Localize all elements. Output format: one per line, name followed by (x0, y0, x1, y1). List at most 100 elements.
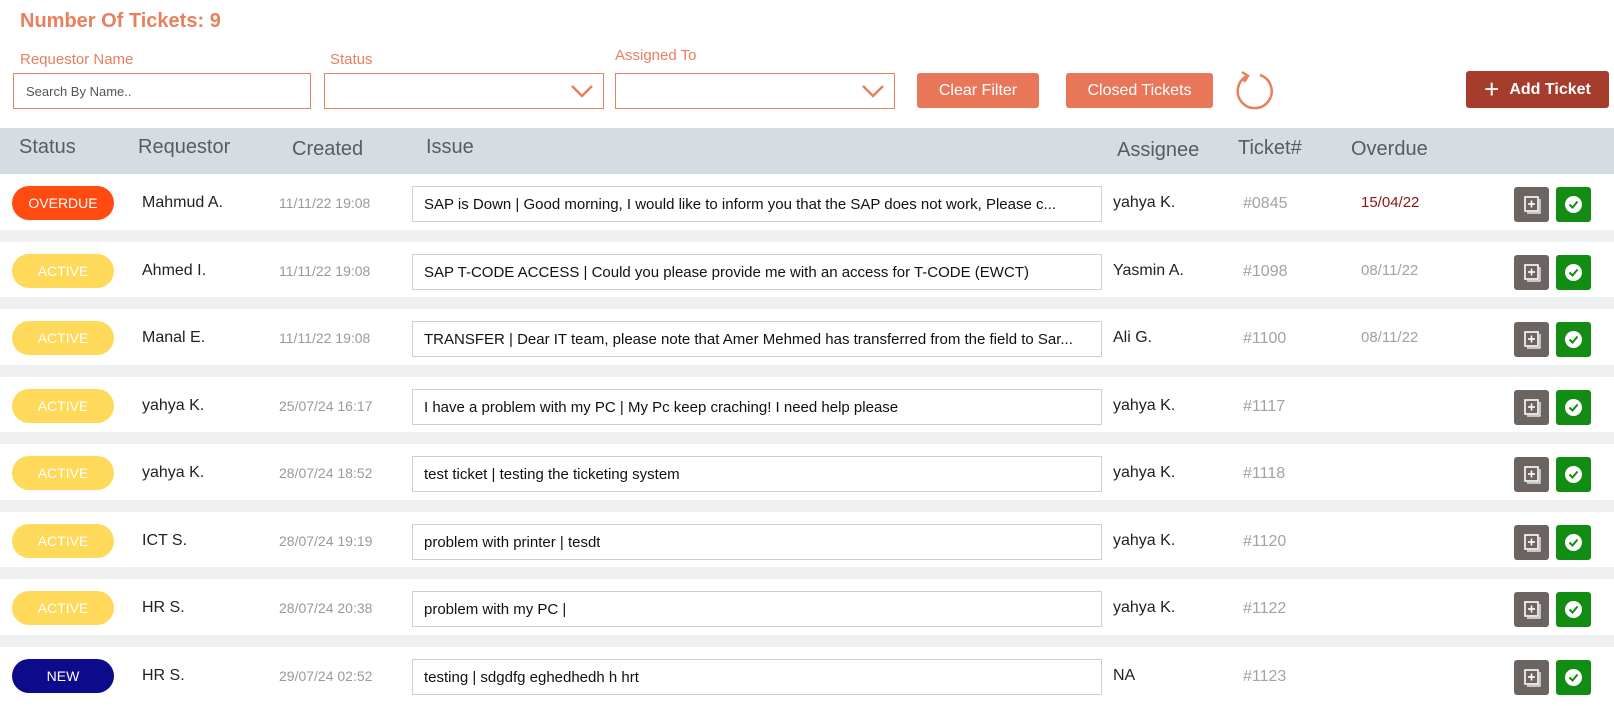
table-row: ACTIVE yahya K. 25/07/24 16:17 I have a pro… (0, 377, 1614, 433)
complete-ticket-button[interactable] (1556, 525, 1591, 560)
issue-field[interactable]: SAP T-CODE ACCESS | Could you please pro… (412, 254, 1102, 290)
check-circle-icon (1565, 196, 1582, 213)
page-title: Number Of Tickets: 9 (20, 10, 221, 33)
assignee-name: yahya K. (1113, 194, 1176, 211)
created-date: 28/07/24 19:19 (279, 533, 373, 549)
requestor-name: Manal E. (142, 329, 206, 346)
copy-plus-icon (1524, 669, 1541, 687)
column-assignee: Assignee (1117, 139, 1200, 161)
table-row: OVERDUE Mahmud A. 11/11/22 19:08 SAP is Dow… (0, 174, 1614, 230)
edit-ticket-button[interactable] (1514, 187, 1549, 222)
table-header: Status Requestor Created Issue Assignee … (0, 128, 1614, 174)
issue-field[interactable]: TRANSFER | Dear IT team, please note tha… (412, 321, 1102, 357)
issue-field[interactable]: I have a problem with my PC | My Pc keep… (412, 389, 1102, 425)
issue-text: I have a problem with my PC | My Pc keep… (424, 398, 899, 416)
issue-field[interactable]: testing | sdgdfg eghedhedh h hrt (412, 659, 1102, 695)
column-status: Status (19, 136, 76, 158)
check-circle-icon (1565, 466, 1582, 483)
complete-ticket-button[interactable] (1556, 592, 1591, 627)
complete-ticket-button[interactable] (1556, 187, 1591, 222)
requestor-name: HR S. (142, 667, 185, 684)
issue-field[interactable]: SAP is Down | Good morning, I would like… (412, 186, 1102, 222)
add-ticket-button[interactable]: + Add Ticket (1466, 71, 1609, 108)
complete-ticket-button[interactable] (1556, 322, 1591, 357)
created-date: 25/07/24 16:17 (279, 398, 373, 414)
assignee-name: yahya K. (1113, 532, 1176, 549)
issue-text: problem with printer | tesdt (424, 533, 601, 551)
table-row: ACTIVE yahya K. 28/07/24 18:52 test ticket … (0, 444, 1614, 500)
check-circle-icon (1565, 669, 1582, 686)
edit-ticket-button[interactable] (1514, 457, 1549, 492)
column-requestor: Requestor (138, 136, 231, 158)
table-row: ACTIVE Manal E. 11/11/22 19:08 TRANSFER | D… (0, 309, 1614, 365)
complete-ticket-button[interactable] (1556, 390, 1591, 425)
check-circle-icon (1565, 399, 1582, 416)
edit-ticket-button[interactable] (1514, 525, 1549, 560)
table-row: ACTIVE ICT S. 28/07/24 19:19 problem with p… (0, 512, 1614, 568)
complete-ticket-button[interactable] (1556, 255, 1591, 290)
add-ticket-label: Add Ticket (1509, 80, 1591, 98)
copy-plus-icon (1524, 196, 1541, 214)
copy-plus-icon (1524, 331, 1541, 349)
overdue-date: 08/11/22 (1361, 329, 1419, 346)
requestor-search-input[interactable] (13, 73, 311, 109)
plus-icon: + (1484, 73, 1500, 104)
ticket-number: #1123 (1243, 668, 1287, 685)
row-separator (0, 297, 1614, 309)
complete-ticket-button[interactable] (1556, 457, 1591, 492)
issue-field[interactable]: problem with my PC | (412, 591, 1102, 627)
status-badge: ACTIVE (12, 254, 114, 288)
check-circle-icon (1565, 264, 1582, 281)
status-dropdown[interactable] (324, 73, 604, 109)
issue-text: TRANSFER | Dear IT team, please note tha… (424, 330, 1073, 348)
clear-filter-button[interactable]: Clear Filter (917, 73, 1039, 108)
copy-plus-icon (1524, 466, 1541, 484)
assigned-to-dropdown[interactable] (615, 73, 895, 109)
refresh-icon[interactable] (1234, 70, 1274, 110)
ticket-number: #1122 (1243, 600, 1287, 617)
status-badge: ACTIVE (12, 321, 114, 355)
edit-ticket-button[interactable] (1514, 255, 1549, 290)
edit-ticket-button[interactable] (1514, 322, 1549, 357)
issue-text: testing | sdgdfg eghedhedh h hrt (424, 668, 639, 686)
overdue-date: 15/04/22 (1361, 194, 1420, 211)
edit-ticket-button[interactable] (1514, 592, 1549, 627)
column-created: Created (292, 138, 364, 160)
issue-field[interactable]: problem with printer | tesdt (412, 524, 1102, 560)
requestor-filter-label: Requestor Name (20, 51, 134, 68)
status-badge: ACTIVE (12, 456, 114, 490)
ticket-number: #1117 (1243, 398, 1286, 415)
edit-ticket-button[interactable] (1514, 660, 1549, 695)
table-row: ACTIVE HR S. 28/07/24 20:38 problem with my… (0, 579, 1614, 635)
ticket-number: #0845 (1243, 195, 1288, 212)
copy-plus-icon (1524, 264, 1541, 282)
row-separator (0, 432, 1614, 444)
issue-text: test ticket | testing the ticketing syst… (424, 465, 680, 483)
issue-field[interactable]: test ticket | testing the ticketing syst… (412, 456, 1102, 492)
assigned-filter-label: Assigned To (615, 47, 697, 64)
created-date: 28/07/24 20:38 (279, 600, 373, 616)
requestor-name: yahya K. (142, 397, 205, 414)
copy-plus-icon (1524, 399, 1541, 417)
table-row: ACTIVE Ahmed I. 11/11/22 19:08 SAP T-CODE A… (0, 242, 1614, 298)
created-date: 29/07/24 02:52 (279, 668, 373, 684)
assignee-name: yahya K. (1113, 397, 1176, 414)
created-date: 11/11/22 19:08 (279, 195, 371, 211)
assignee-name: NA (1113, 667, 1136, 684)
status-badge: NEW (12, 659, 114, 693)
check-circle-icon (1565, 601, 1582, 618)
status-badge: ACTIVE (12, 524, 114, 558)
row-separator (0, 635, 1614, 647)
ticket-number: #1118 (1243, 465, 1286, 482)
issue-text: problem with my PC | (424, 600, 567, 618)
edit-ticket-button[interactable] (1514, 390, 1549, 425)
closed-tickets-button[interactable]: Closed Tickets (1066, 73, 1213, 108)
status-filter-label: Status (330, 51, 373, 68)
complete-ticket-button[interactable] (1556, 660, 1591, 695)
assignee-name: yahya K. (1113, 464, 1176, 481)
created-date: 28/07/24 18:52 (279, 465, 373, 481)
column-overdue: Overdue (1351, 138, 1428, 160)
table-row: NEW HR S. 29/07/24 02:52 testing | sdgdfg e… (0, 647, 1614, 703)
created-date: 11/11/22 19:08 (279, 263, 371, 279)
created-date: 11/11/22 19:08 (279, 330, 371, 346)
